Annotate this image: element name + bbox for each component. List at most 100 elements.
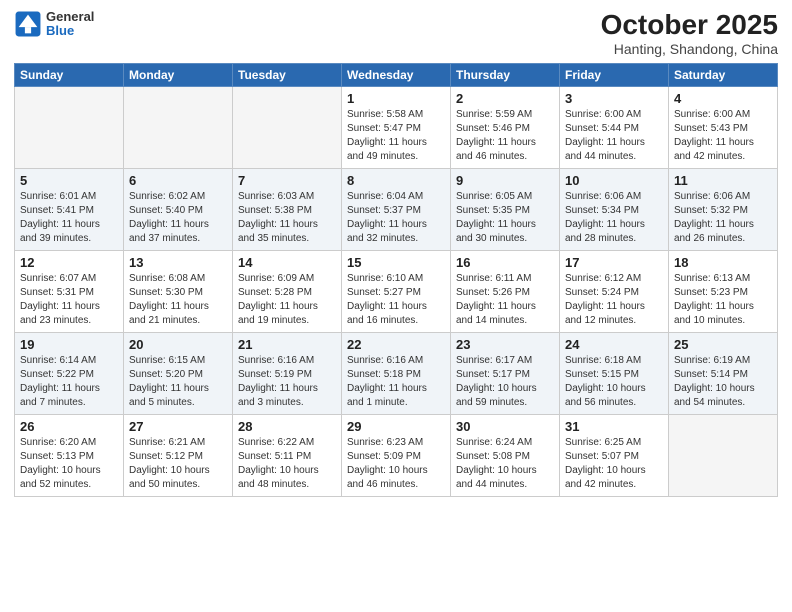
day-number: 16	[456, 255, 554, 270]
col-wednesday: Wednesday	[342, 63, 451, 86]
week-row-5: 26 Sunrise: 6:20 AM Sunset: 5:13 PM Dayli…	[15, 414, 778, 496]
day-info: Sunrise: 6:24 AM Sunset: 5:08 PM Dayligh…	[456, 436, 554, 492]
title-block: October 2025 Hanting, Shandong, China	[601, 10, 778, 57]
day-info: Sunrise: 6:03 AM Sunset: 5:38 PM Dayligh…	[238, 190, 336, 246]
col-thursday: Thursday	[451, 63, 560, 86]
day-number: 23	[456, 337, 554, 352]
day-number: 4	[674, 91, 772, 106]
day-info: Sunrise: 6:07 AM Sunset: 5:31 PM Dayligh…	[20, 272, 118, 328]
day-info: Sunrise: 6:16 AM Sunset: 5:18 PM Dayligh…	[347, 354, 445, 410]
table-row: 9Sunrise: 6:05 AM Sunset: 5:35 PM Daylig…	[451, 168, 560, 250]
table-row: 21 Sunrise: 6:16 AM Sunset: 5:19 PM Dayli…	[233, 332, 342, 414]
table-row: 25 Sunrise: 6:19 AM Sunset: 5:14 PM Dayli…	[669, 332, 778, 414]
table-row: 7 Sunrise: 6:03 AM Sunset: 5:38 PM Daylig…	[233, 168, 342, 250]
day-info: Sunrise: 6:09 AM Sunset: 5:28 PM Dayligh…	[238, 272, 336, 328]
table-row: 12 Sunrise: 6:07 AM Sunset: 5:31 PM Dayli…	[15, 250, 124, 332]
day-info: Sunrise: 6:25 AM Sunset: 5:07 PM Dayligh…	[565, 436, 663, 492]
table-row: 4 Sunrise: 6:00 AM Sunset: 5:43 PM Daylig…	[669, 86, 778, 168]
table-row: 20 Sunrise: 6:15 AM Sunset: 5:20 PM Dayli…	[124, 332, 233, 414]
month-title: October 2025	[601, 10, 778, 41]
day-number: 20	[129, 337, 227, 352]
day-info: Sunrise: 6:16 AM Sunset: 5:19 PM Dayligh…	[238, 354, 336, 410]
col-monday: Monday	[124, 63, 233, 86]
day-info: Sunrise: 5:59 AM Sunset: 5:46 PM Dayligh…	[456, 108, 554, 164]
day-info: Sunrise: 6:00 AM Sunset: 5:44 PM Dayligh…	[565, 108, 663, 164]
table-row: 27Sunrise: 6:21 AM Sunset: 5:12 PM Dayli…	[124, 414, 233, 496]
table-row	[669, 414, 778, 496]
week-row-3: 12 Sunrise: 6:07 AM Sunset: 5:31 PM Dayli…	[15, 250, 778, 332]
table-row: 30Sunrise: 6:24 AM Sunset: 5:08 PM Dayli…	[451, 414, 560, 496]
day-number: 9	[456, 173, 554, 188]
week-row-4: 19 Sunrise: 6:14 AM Sunset: 5:22 PM Dayli…	[15, 332, 778, 414]
table-row: 14 Sunrise: 6:09 AM Sunset: 5:28 PM Dayli…	[233, 250, 342, 332]
day-number: 26	[20, 419, 118, 434]
table-row: 16 Sunrise: 6:11 AM Sunset: 5:26 PM Dayli…	[451, 250, 560, 332]
day-number: 12	[20, 255, 118, 270]
page-container: General Blue October 2025 Hanting, Shand…	[0, 0, 792, 612]
week-row-1: 1 Sunrise: 5:58 AM Sunset: 5:47 PM Daylig…	[15, 86, 778, 168]
week-row-2: 5Sunrise: 6:01 AM Sunset: 5:41 PM Daylig…	[15, 168, 778, 250]
day-number: 29	[347, 419, 445, 434]
day-info: Sunrise: 6:22 AM Sunset: 5:11 PM Dayligh…	[238, 436, 336, 492]
day-number: 31	[565, 419, 663, 434]
table-row: 17 Sunrise: 6:12 AM Sunset: 5:24 PM Dayli…	[560, 250, 669, 332]
day-number: 28	[238, 419, 336, 434]
day-number: 25	[674, 337, 772, 352]
day-info: Sunrise: 6:10 AM Sunset: 5:27 PM Dayligh…	[347, 272, 445, 328]
calendar-table: Sunday Monday Tuesday Wednesday Thursday…	[14, 63, 778, 497]
day-info: Sunrise: 6:21 AM Sunset: 5:12 PM Dayligh…	[129, 436, 227, 492]
logo-icon	[14, 10, 42, 38]
header: General Blue October 2025 Hanting, Shand…	[14, 10, 778, 57]
table-row: 26 Sunrise: 6:20 AM Sunset: 5:13 PM Dayli…	[15, 414, 124, 496]
table-row: 11 Sunrise: 6:06 AM Sunset: 5:32 PM Dayli…	[669, 168, 778, 250]
day-info: Sunrise: 6:23 AM Sunset: 5:09 PM Dayligh…	[347, 436, 445, 492]
table-row: 19 Sunrise: 6:14 AM Sunset: 5:22 PM Dayli…	[15, 332, 124, 414]
col-saturday: Saturday	[669, 63, 778, 86]
day-number: 19	[20, 337, 118, 352]
day-info: Sunrise: 5:58 AM Sunset: 5:47 PM Dayligh…	[347, 108, 445, 164]
day-number: 8	[347, 173, 445, 188]
table-row: 15 Sunrise: 6:10 AM Sunset: 5:27 PM Dayli…	[342, 250, 451, 332]
day-number: 21	[238, 337, 336, 352]
table-row: 24 Sunrise: 6:18 AM Sunset: 5:15 PM Dayli…	[560, 332, 669, 414]
day-number: 11	[674, 173, 772, 188]
day-info: Sunrise: 6:20 AM Sunset: 5:13 PM Dayligh…	[20, 436, 118, 492]
table-row: 10Sunrise: 6:06 AM Sunset: 5:34 PM Dayli…	[560, 168, 669, 250]
day-number: 15	[347, 255, 445, 270]
day-info: Sunrise: 6:15 AM Sunset: 5:20 PM Dayligh…	[129, 354, 227, 410]
day-info: Sunrise: 6:13 AM Sunset: 5:23 PM Dayligh…	[674, 272, 772, 328]
day-info: Sunrise: 6:18 AM Sunset: 5:15 PM Dayligh…	[565, 354, 663, 410]
table-row: 2Sunrise: 5:59 AM Sunset: 5:46 PM Daylig…	[451, 86, 560, 168]
table-row: 1 Sunrise: 5:58 AM Sunset: 5:47 PM Daylig…	[342, 86, 451, 168]
logo: General Blue	[14, 10, 94, 39]
table-row: 13Sunrise: 6:08 AM Sunset: 5:30 PM Dayli…	[124, 250, 233, 332]
day-info: Sunrise: 6:02 AM Sunset: 5:40 PM Dayligh…	[129, 190, 227, 246]
col-sunday: Sunday	[15, 63, 124, 86]
day-number: 6	[129, 173, 227, 188]
day-info: Sunrise: 6:12 AM Sunset: 5:24 PM Dayligh…	[565, 272, 663, 328]
day-number: 13	[129, 255, 227, 270]
day-info: Sunrise: 6:19 AM Sunset: 5:14 PM Dayligh…	[674, 354, 772, 410]
day-number: 17	[565, 255, 663, 270]
table-row: 22Sunrise: 6:16 AM Sunset: 5:18 PM Dayli…	[342, 332, 451, 414]
day-number: 14	[238, 255, 336, 270]
day-info: Sunrise: 6:00 AM Sunset: 5:43 PM Dayligh…	[674, 108, 772, 164]
day-number: 18	[674, 255, 772, 270]
day-info: Sunrise: 6:17 AM Sunset: 5:17 PM Dayligh…	[456, 354, 554, 410]
day-number: 3	[565, 91, 663, 106]
day-info: Sunrise: 6:11 AM Sunset: 5:26 PM Dayligh…	[456, 272, 554, 328]
day-number: 24	[565, 337, 663, 352]
day-info: Sunrise: 6:06 AM Sunset: 5:32 PM Dayligh…	[674, 190, 772, 246]
table-row: 31 Sunrise: 6:25 AM Sunset: 5:07 PM Dayli…	[560, 414, 669, 496]
day-info: Sunrise: 6:14 AM Sunset: 5:22 PM Dayligh…	[20, 354, 118, 410]
location-subtitle: Hanting, Shandong, China	[601, 41, 778, 57]
day-info: Sunrise: 6:06 AM Sunset: 5:34 PM Dayligh…	[565, 190, 663, 246]
table-row: 5Sunrise: 6:01 AM Sunset: 5:41 PM Daylig…	[15, 168, 124, 250]
logo-general: General	[46, 10, 94, 24]
day-number: 1	[347, 91, 445, 106]
col-friday: Friday	[560, 63, 669, 86]
day-number: 7	[238, 173, 336, 188]
table-row	[124, 86, 233, 168]
logo-text: General Blue	[46, 10, 94, 39]
calendar-header-row: Sunday Monday Tuesday Wednesday Thursday…	[15, 63, 778, 86]
